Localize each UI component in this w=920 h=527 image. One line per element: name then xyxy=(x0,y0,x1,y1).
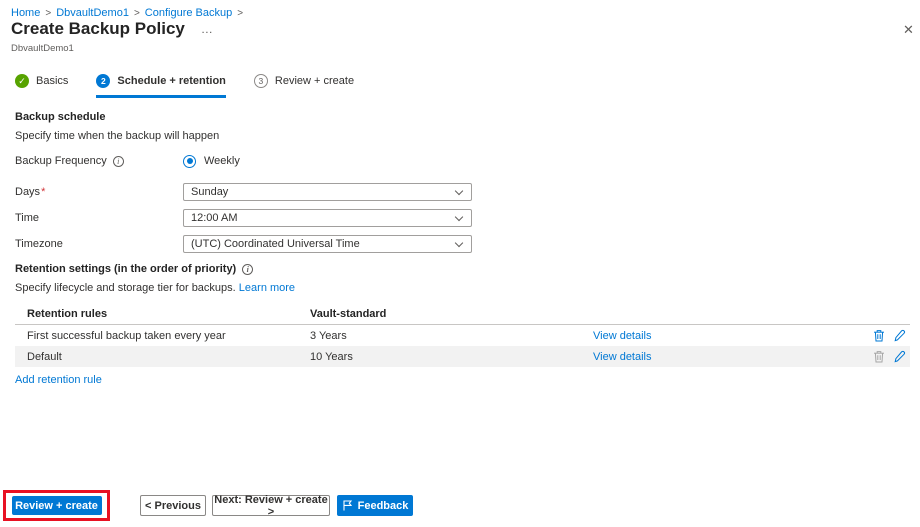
backup-schedule-section: Backup schedule Specify time when the ba… xyxy=(15,111,910,253)
close-icon[interactable]: ✕ xyxy=(901,20,916,40)
wizard-tabs: ✓ Basics 2 Schedule + retention 3 Review… xyxy=(15,74,354,98)
chevron-down-icon xyxy=(455,238,463,246)
radio-label: Weekly xyxy=(204,155,240,167)
tab-label: Schedule + retention xyxy=(117,75,226,87)
chevron-down-icon xyxy=(455,186,463,194)
days-row: Days* Sunday xyxy=(15,183,910,201)
previous-button[interactable]: < Previous xyxy=(140,495,206,516)
backup-schedule-description: Specify time when the backup will happen xyxy=(15,130,910,142)
step-number-icon: 2 xyxy=(96,74,110,88)
time-row: Time 12:00 AM xyxy=(15,209,910,227)
required-asterisk: * xyxy=(41,186,45,198)
radio-selected-icon[interactable] xyxy=(183,155,196,168)
description-text: Specify lifecycle and storage tier for b… xyxy=(15,282,236,294)
feedback-button[interactable]: Feedback xyxy=(337,495,413,516)
label-text: Timezone xyxy=(15,238,63,250)
tab-schedule-retention[interactable]: 2 Schedule + retention xyxy=(96,74,226,98)
info-icon[interactable]: i xyxy=(242,264,253,275)
days-select[interactable]: Sunday xyxy=(183,183,472,201)
page-header: Create Backup Policy … xyxy=(11,19,214,39)
rule-name: Default xyxy=(15,351,310,363)
next-review-create-button[interactable]: Next: Review + create > xyxy=(212,495,330,516)
time-selected-value: 12:00 AM xyxy=(191,212,237,224)
view-details-link[interactable]: View details xyxy=(593,330,864,342)
time-select[interactable]: 12:00 AM xyxy=(183,209,472,227)
breadcrumb: Home > DbvaultDemo1 > Configure Backup > xyxy=(11,7,248,19)
review-create-button[interactable]: Review + create xyxy=(12,496,102,515)
breadcrumb-dbvaultdemo1[interactable]: DbvaultDemo1 xyxy=(56,7,129,19)
backup-frequency-row: Backup Frequency i Weekly xyxy=(15,152,910,170)
label-text: Time xyxy=(15,212,39,224)
label-text: Days* xyxy=(15,186,45,198)
retention-settings-section: Retention settings (in the order of prio… xyxy=(15,263,910,386)
tab-basics[interactable]: ✓ Basics xyxy=(15,74,68,98)
feedback-label: Feedback xyxy=(358,500,409,512)
info-icon[interactable]: i xyxy=(113,156,124,167)
days-label: Days* xyxy=(15,186,183,198)
learn-more-link[interactable]: Learn more xyxy=(239,282,295,294)
tab-label: Review + create xyxy=(275,75,354,87)
delete-icon[interactable] xyxy=(872,329,885,342)
timezone-label: Timezone xyxy=(15,238,183,250)
breadcrumb-separator: > xyxy=(134,8,140,19)
breadcrumb-separator: > xyxy=(45,8,51,19)
add-retention-rule-link[interactable]: Add retention rule xyxy=(15,374,102,386)
title-text: Retention settings (in the order of prio… xyxy=(15,263,236,275)
view-details-link[interactable]: View details xyxy=(593,351,864,363)
more-options-icon[interactable]: … xyxy=(201,22,214,36)
backup-schedule-title: Backup schedule xyxy=(15,111,910,123)
rule-name: First successful backup taken every year xyxy=(15,330,310,342)
retention-description: Specify lifecycle and storage tier for b… xyxy=(15,282,910,294)
breadcrumb-separator: > xyxy=(237,8,243,19)
feedback-flag-icon xyxy=(342,500,353,511)
table-row: First successful backup taken every year… xyxy=(15,325,910,346)
retention-rules-table: Retention rules Vault-standard First suc… xyxy=(15,303,910,367)
timezone-selected-value: (UTC) Coordinated Universal Time xyxy=(191,238,360,250)
rule-duration: 10 Years xyxy=(310,351,593,363)
page-subtitle: DbvaultDemo1 xyxy=(11,43,74,54)
breadcrumb-home[interactable]: Home xyxy=(11,7,40,19)
timezone-select[interactable]: (UTC) Coordinated Universal Time xyxy=(183,235,472,253)
table-row: Default 10 Years View details xyxy=(15,346,910,367)
backup-frequency-label: Backup Frequency i xyxy=(15,155,183,167)
breadcrumb-configure-backup[interactable]: Configure Backup xyxy=(145,7,232,19)
edit-pencil-icon[interactable] xyxy=(893,350,906,363)
step-number-icon: 3 xyxy=(254,74,268,88)
column-header-vault-standard: Vault-standard xyxy=(310,308,593,320)
label-text: Backup Frequency xyxy=(15,155,107,167)
page-title: Create Backup Policy xyxy=(11,19,185,39)
check-circle-icon: ✓ xyxy=(15,74,29,88)
red-highlight-annotation: Review + create xyxy=(3,490,110,521)
timezone-row: Timezone (UTC) Coordinated Universal Tim… xyxy=(15,235,910,253)
edit-pencil-icon[interactable] xyxy=(893,329,906,342)
time-label: Time xyxy=(15,212,183,224)
delete-icon-disabled xyxy=(872,350,885,363)
rule-duration: 3 Years xyxy=(310,330,593,342)
tab-label: Basics xyxy=(36,75,68,87)
frequency-radio-weekly[interactable]: Weekly xyxy=(183,155,240,168)
retention-settings-title: Retention settings (in the order of prio… xyxy=(15,263,910,275)
table-header-row: Retention rules Vault-standard xyxy=(15,303,910,325)
column-header-retention-rules: Retention rules xyxy=(15,308,310,320)
days-selected-value: Sunday xyxy=(191,186,228,198)
chevron-down-icon xyxy=(455,212,463,220)
tab-review-create[interactable]: 3 Review + create xyxy=(254,74,354,98)
